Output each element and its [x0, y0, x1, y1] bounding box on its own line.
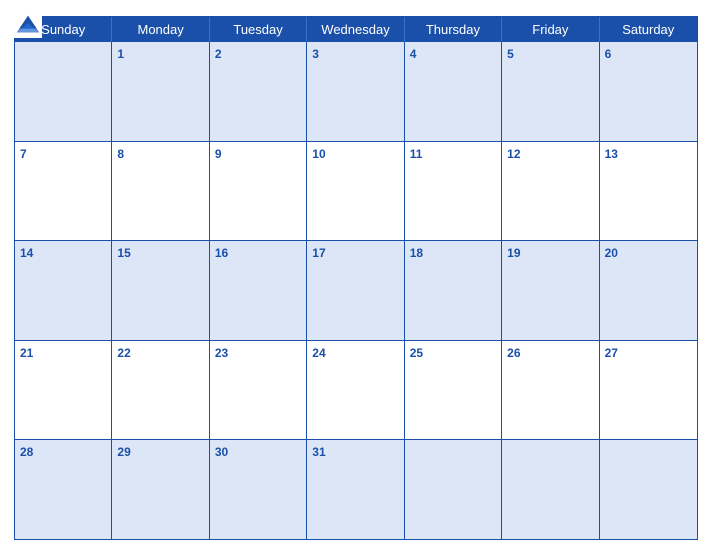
day-number: 13: [605, 147, 618, 161]
day-cell: [600, 440, 697, 539]
day-cell: [502, 440, 599, 539]
day-number: 21: [20, 346, 33, 360]
day-cell: 26: [502, 341, 599, 440]
day-number: 1: [117, 47, 124, 61]
day-number: 12: [507, 147, 520, 161]
day-number: 8: [117, 147, 124, 161]
day-cell: 11: [405, 142, 502, 241]
day-header-wednesday: Wednesday: [307, 17, 404, 42]
day-number: 23: [215, 346, 228, 360]
day-number: 5: [507, 47, 514, 61]
day-number: 10: [312, 147, 325, 161]
week-row-1: 1 2 3 4 5 6: [15, 42, 697, 141]
day-number: 26: [507, 346, 520, 360]
logo-icon: [14, 10, 42, 38]
day-cell: 27: [600, 341, 697, 440]
calendar-page: SundayMondayTuesdayWednesdayThursdayFrid…: [0, 0, 712, 550]
day-number: 9: [215, 147, 222, 161]
weeks-container: 1234567891011121314151617181920212223242…: [15, 42, 697, 539]
day-cell: 7: [15, 142, 112, 241]
day-cell: 9: [210, 142, 307, 241]
day-cell: 31: [307, 440, 404, 539]
day-cell: 12: [502, 142, 599, 241]
day-number: 22: [117, 346, 130, 360]
day-number: 18: [410, 246, 423, 260]
day-cell: [405, 440, 502, 539]
day-header-friday: Friday: [502, 17, 599, 42]
day-number: 30: [215, 445, 228, 459]
day-number: 16: [215, 246, 228, 260]
day-cell: 15: [112, 241, 209, 340]
day-cell: 28: [15, 440, 112, 539]
day-cell: 10: [307, 142, 404, 241]
day-cell: 21: [15, 341, 112, 440]
day-number: 11: [410, 147, 423, 161]
day-cell: 20: [600, 241, 697, 340]
day-number: 27: [605, 346, 618, 360]
day-number: 15: [117, 246, 130, 260]
day-number: 20: [605, 246, 618, 260]
day-number: 2: [215, 47, 222, 61]
week-row-3: 14 15 16 17 18 19 20: [15, 240, 697, 340]
day-cell: 16: [210, 241, 307, 340]
day-cell: 24: [307, 341, 404, 440]
day-cell: 1: [112, 42, 209, 141]
week-row-2: 7 8 9 10 11 12 13: [15, 141, 697, 241]
day-cell: 3: [307, 42, 404, 141]
day-header-saturday: Saturday: [600, 17, 697, 42]
day-cell: 8: [112, 142, 209, 241]
week-row-4: 21 22 23 24 25 26 27: [15, 340, 697, 440]
day-cell: 5: [502, 42, 599, 141]
day-cell: [15, 42, 112, 141]
day-cell: 18: [405, 241, 502, 340]
day-number: 4: [410, 47, 417, 61]
day-cell: 29: [112, 440, 209, 539]
day-header-tuesday: Tuesday: [210, 17, 307, 42]
day-cell: 14: [15, 241, 112, 340]
day-cell: 22: [112, 341, 209, 440]
day-cell: 4: [405, 42, 502, 141]
day-number: 17: [312, 246, 325, 260]
day-number: 24: [312, 346, 325, 360]
day-cell: 30: [210, 440, 307, 539]
day-number: 28: [20, 445, 33, 459]
day-cell: 13: [600, 142, 697, 241]
day-cell: 17: [307, 241, 404, 340]
calendar-grid: SundayMondayTuesdayWednesdayThursdayFrid…: [14, 16, 698, 540]
week-row-5: 28 29 30 31: [15, 439, 697, 539]
day-number: 31: [312, 445, 325, 459]
day-number: 3: [312, 47, 319, 61]
day-number: 29: [117, 445, 130, 459]
day-number: 7: [20, 147, 27, 161]
day-number: 6: [605, 47, 612, 61]
day-number: 14: [20, 246, 33, 260]
day-header-thursday: Thursday: [405, 17, 502, 42]
day-number: 19: [507, 246, 520, 260]
logo: [14, 10, 45, 38]
day-headers-row: SundayMondayTuesdayWednesdayThursdayFrid…: [15, 17, 697, 42]
day-cell: 25: [405, 341, 502, 440]
day-number: 25: [410, 346, 423, 360]
day-cell: 23: [210, 341, 307, 440]
day-cell: 19: [502, 241, 599, 340]
day-header-monday: Monday: [112, 17, 209, 42]
day-cell: 2: [210, 42, 307, 141]
day-cell: 6: [600, 42, 697, 141]
